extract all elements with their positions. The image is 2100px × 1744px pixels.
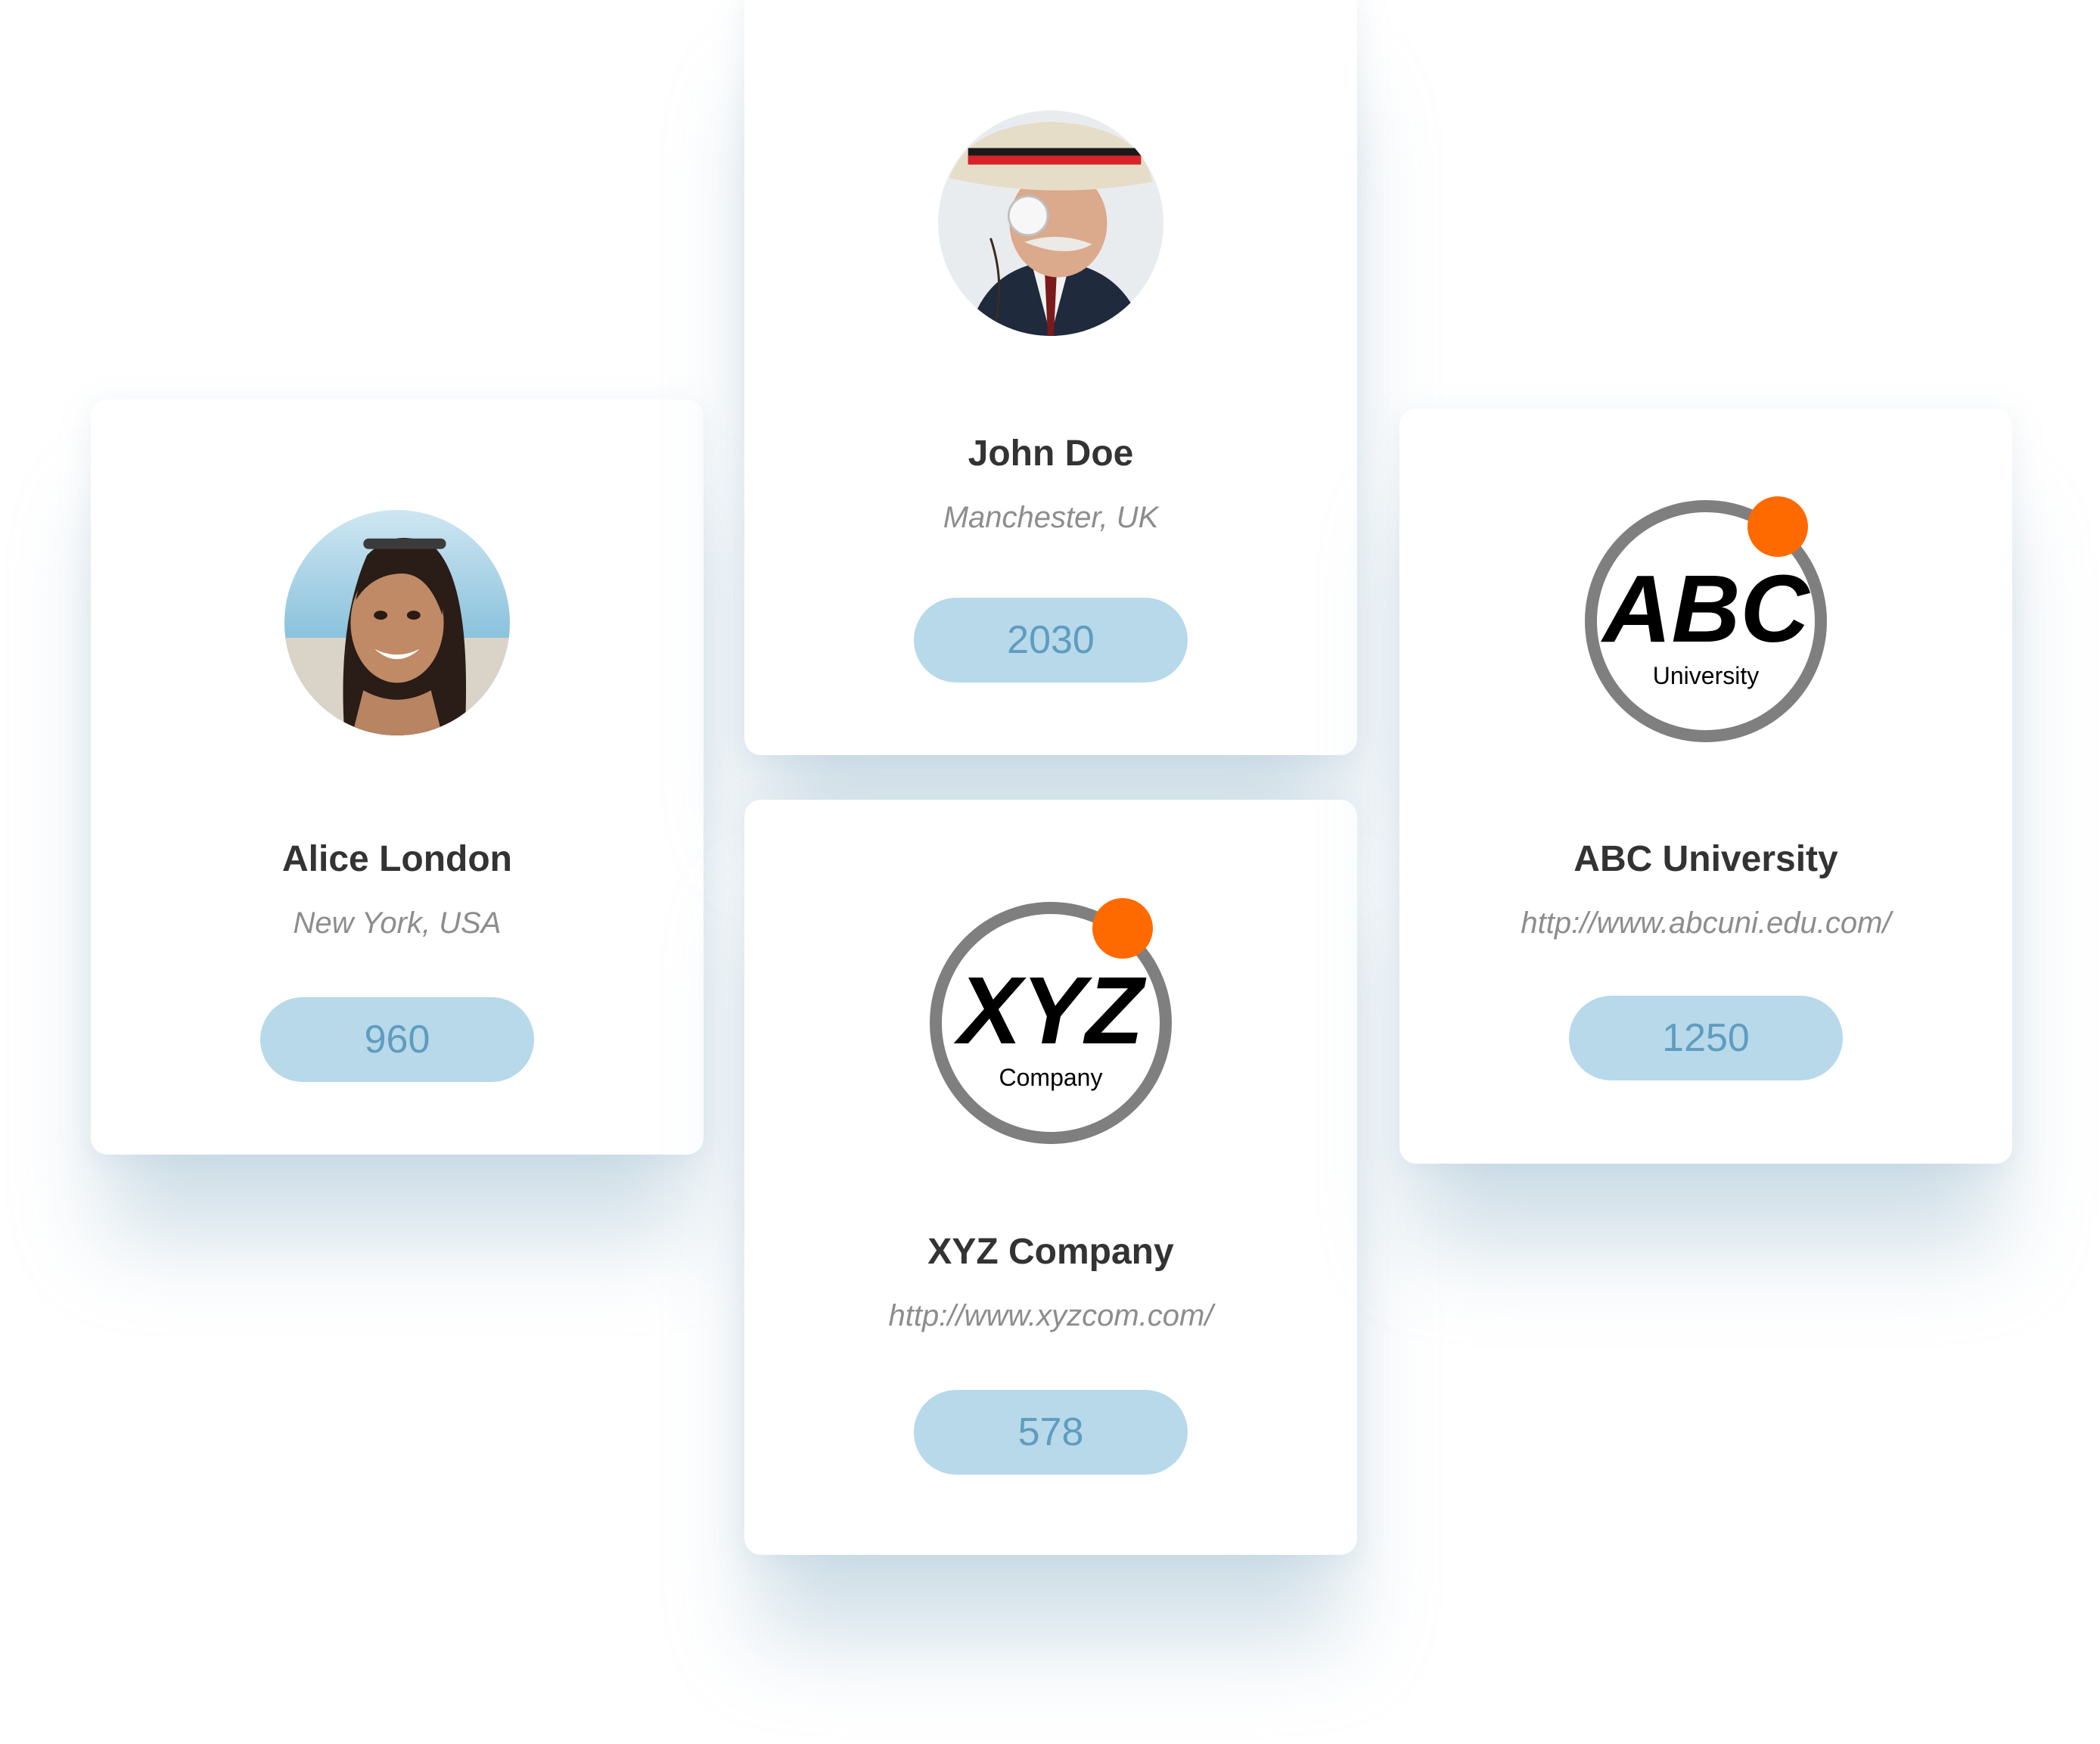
logo-subtitle: Company — [999, 1064, 1103, 1091]
profile-card-xyz-company[interactable]: XYZ Company XYZ Company http://www.xyzco… — [744, 800, 1357, 1555]
company-logo: XYZ Company — [927, 898, 1174, 1146]
count-badge[interactable]: 578 — [914, 1390, 1188, 1475]
company-logo-icon: XYZ Company — [930, 898, 1172, 1144]
avatar — [284, 510, 510, 735]
count-badge[interactable]: 2030 — [914, 598, 1188, 682]
profile-name: John Doe — [968, 434, 1134, 474]
logo-subtitle: University — [1653, 662, 1759, 689]
university-logo-icon: ABC University — [1585, 496, 1827, 742]
count-badge[interactable]: 960 — [260, 997, 534, 1082]
profile-location: Manchester, UK — [943, 501, 1159, 534]
profile-location: New York, USA — [293, 906, 502, 940]
man-portrait-icon — [938, 110, 1163, 336]
organization-url[interactable]: http://www.abcuni.edu.com/ — [1399, 906, 2012, 940]
profile-name: Alice London — [282, 839, 512, 879]
count-badge[interactable]: 1250 — [1569, 996, 1843, 1080]
logo-title: ABC — [1601, 555, 1811, 662]
woman-portrait-icon — [284, 510, 510, 735]
organization-name: ABC University — [1573, 839, 1838, 879]
university-logo: ABC University — [1583, 496, 1829, 745]
profile-cards-stage: Alice London New York, USA 960 John Doe … — [0, 0, 2100, 1744]
profile-card-alice-london[interactable]: Alice London New York, USA 960 — [91, 399, 704, 1155]
avatar — [938, 110, 1163, 336]
organization-url[interactable]: http://www.xyzcom.com/ — [744, 1299, 1357, 1333]
profile-card-john-doe[interactable]: John Doe Manchester, UK 2030 — [744, 0, 1357, 755]
notification-dot-icon — [1092, 898, 1153, 959]
notification-dot-icon — [1747, 496, 1808, 557]
logo-title: XYZ — [953, 957, 1146, 1064]
organization-name: XYZ Company — [927, 1232, 1174, 1272]
profile-card-abc-university[interactable]: ABC University ABC University http://www… — [1399, 409, 2012, 1164]
